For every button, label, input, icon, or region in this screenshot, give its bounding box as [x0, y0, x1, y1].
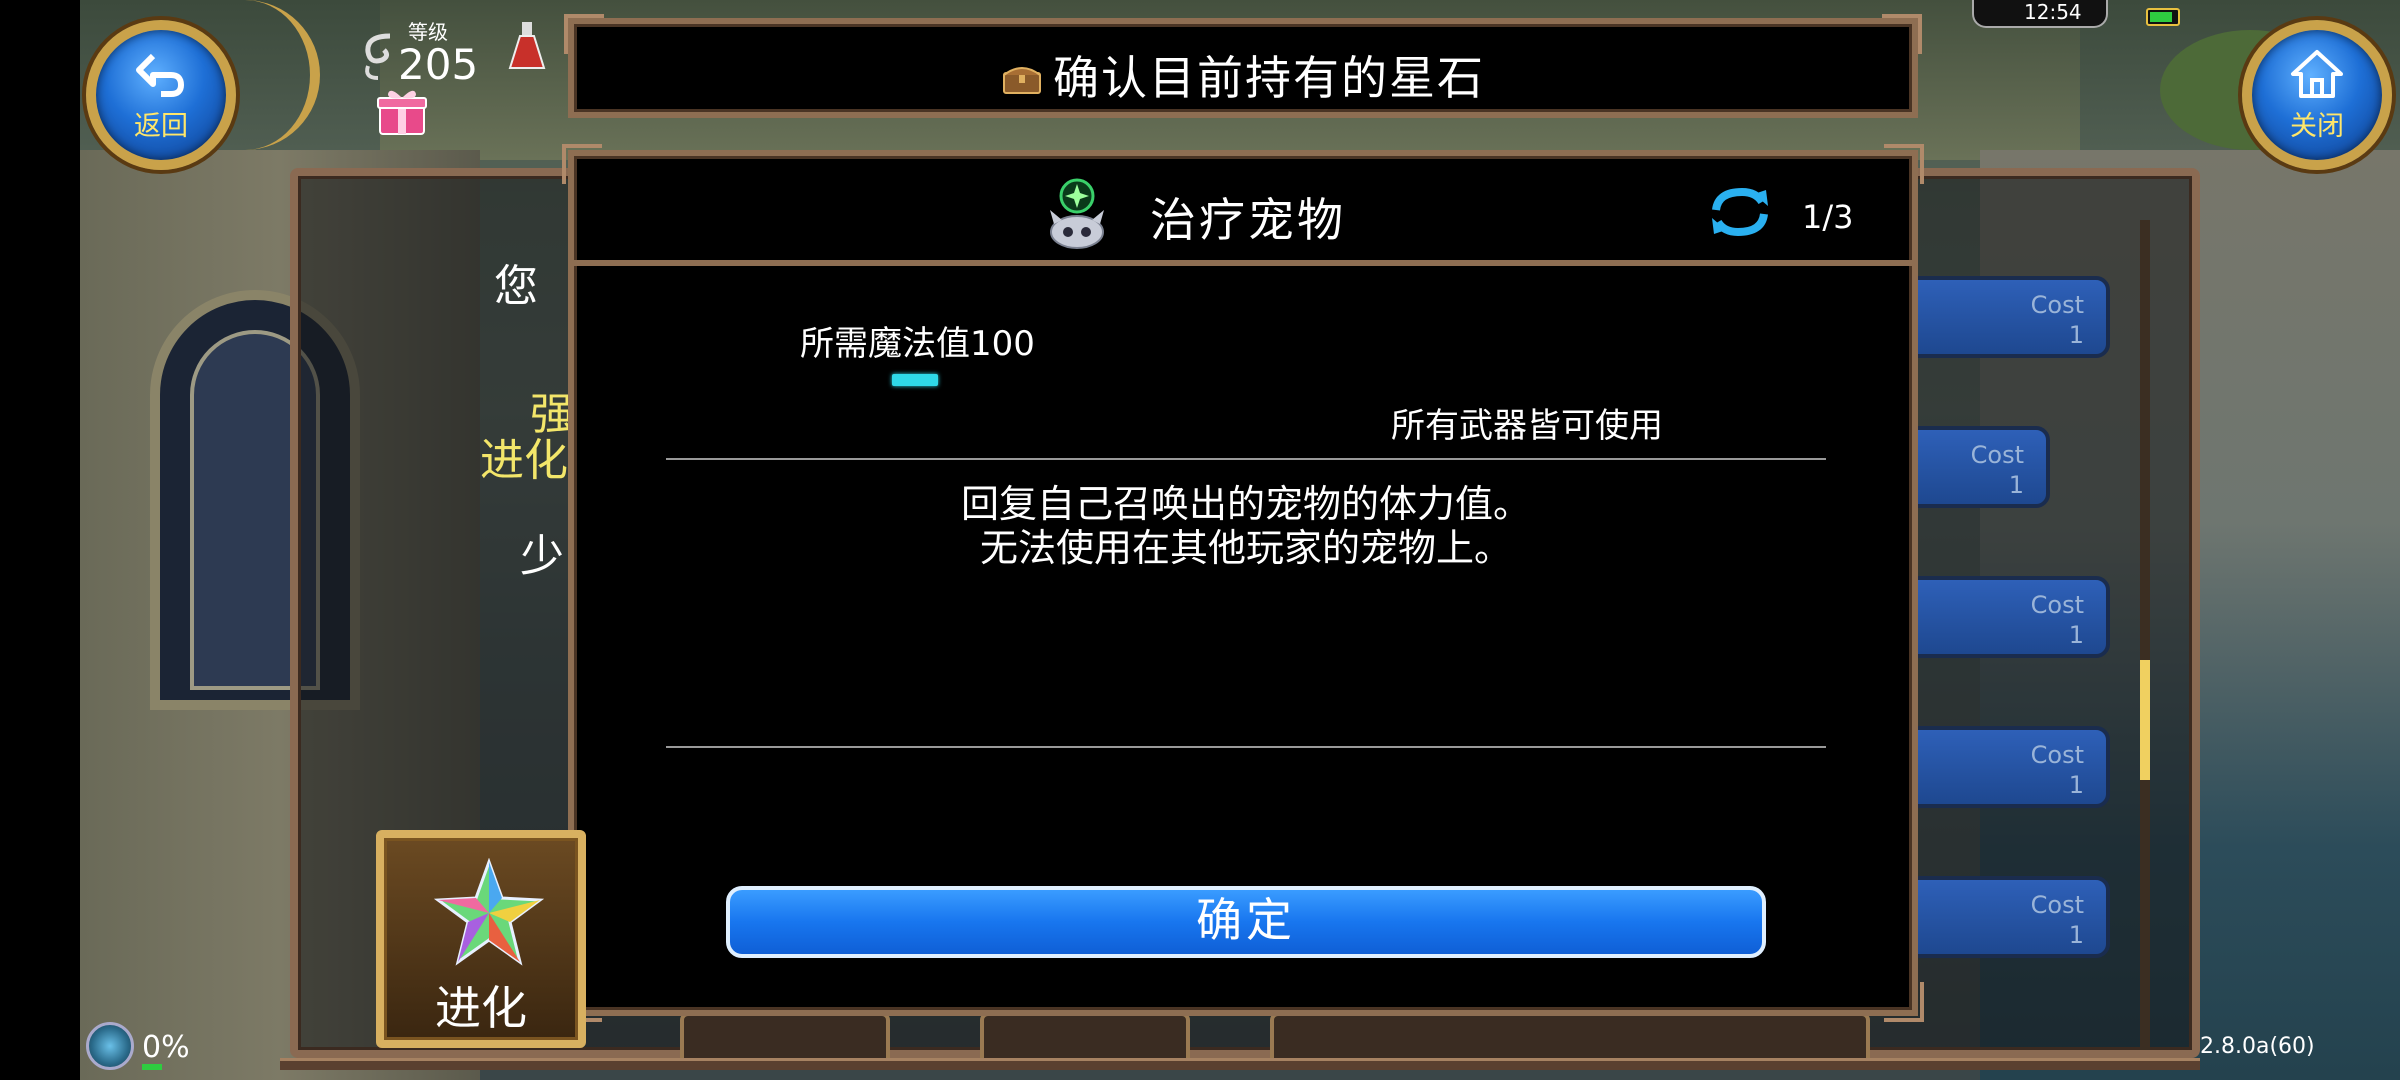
- network-percent: 0%: [142, 1030, 190, 1065]
- cost-button[interactable]: Cost 1: [1900, 726, 2110, 808]
- cost-value: 1: [2068, 771, 2084, 799]
- evolve-label: 进化: [435, 981, 527, 1035]
- cost-label: Cost: [2030, 891, 2084, 919]
- page-indicator: 1/3: [1802, 198, 1854, 236]
- cost-button[interactable]: Cost 1: [1900, 576, 2110, 658]
- weapon-requirement: 所有武器皆可使用: [1391, 406, 1663, 446]
- back-arrow-icon: [136, 53, 184, 97]
- skill-description: 回复自己召唤出的宠物的体力值。 无法使用在其他玩家的宠物上。: [666, 482, 1826, 570]
- mp-cost-label: 所需魔法值100: [800, 324, 1035, 364]
- home-icon: [2291, 49, 2343, 98]
- panel-text-partial: 您: [494, 261, 538, 312]
- gift-icon[interactable]: [376, 86, 428, 136]
- back-button[interactable]: 返回: [86, 20, 236, 170]
- panel-tab[interactable]: [680, 1012, 890, 1062]
- panel-scrollbar-thumb[interactable]: [2140, 660, 2150, 780]
- level-swirl-icon: [365, 33, 391, 80]
- cost-button[interactable]: Cost 1: [1900, 876, 2110, 958]
- panel-scrollbar[interactable]: [2140, 220, 2150, 1050]
- network-icon: [86, 1022, 134, 1070]
- back-button-label: 返回: [134, 110, 188, 142]
- panel-tab[interactable]: [1270, 1012, 1870, 1062]
- panel-text-partial: 少: [520, 531, 564, 582]
- refresh-icon[interactable]: [1708, 184, 1772, 240]
- cost-label: Cost: [2030, 291, 2084, 319]
- network-progress-bar: [142, 1064, 162, 1070]
- mp-gauge: [892, 374, 938, 386]
- cost-value: 1: [2068, 621, 2084, 649]
- divider: [666, 458, 1826, 460]
- close-button[interactable]: 关闭: [2242, 20, 2392, 170]
- potion-icon[interactable]: [506, 18, 548, 74]
- header-title: 确认目前持有的星石: [574, 42, 1912, 108]
- dialog-titlebar: 治疗宠物 1/3: [574, 156, 1912, 266]
- close-button-label: 关闭: [2290, 110, 2344, 142]
- treasure-chest-icon: [1003, 66, 1041, 94]
- version-label: 2.8.0a(60): [2200, 1034, 2315, 1059]
- clock-time: 12:54: [2024, 0, 2082, 24]
- skill-detail-dialog: 治疗宠物 1/3 所需魔法值100 所有武器皆可使用 回复自己召唤出的宠物的体力…: [562, 144, 1924, 1022]
- corner-ornament: [1884, 982, 1924, 1022]
- panel-text-partial: 进化: [480, 435, 568, 486]
- panel-tab[interactable]: [980, 1012, 1190, 1062]
- description-line: 无法使用在其他玩家的宠物上。: [979, 526, 1512, 570]
- evolve-button[interactable]: 进化: [376, 830, 586, 1048]
- header-title-text: 确认目前持有的星石: [1053, 51, 1485, 105]
- cost-label: Cost: [2030, 591, 2084, 619]
- star-stone-icon: [434, 858, 544, 966]
- cost-value: 1: [2068, 921, 2084, 949]
- divider: [666, 746, 1826, 748]
- description-line: 回复自己召唤出的宠物的体力值。: [960, 482, 1531, 526]
- bottom-frame: [280, 1058, 2200, 1070]
- header-banner: 确认目前持有的星石: [564, 14, 1922, 118]
- battery-icon: [2146, 8, 2180, 26]
- cost-label: Cost: [2030, 741, 2084, 769]
- cost-button[interactable]: Cost 1: [1900, 276, 2110, 358]
- skill-name: 治疗宠物: [1150, 193, 1346, 247]
- cost-value: 1: [2068, 321, 2084, 349]
- level-value: 205: [398, 40, 479, 89]
- pet-heal-skill-icon: [1050, 178, 1104, 249]
- confirm-button[interactable]: 确定: [726, 886, 1766, 958]
